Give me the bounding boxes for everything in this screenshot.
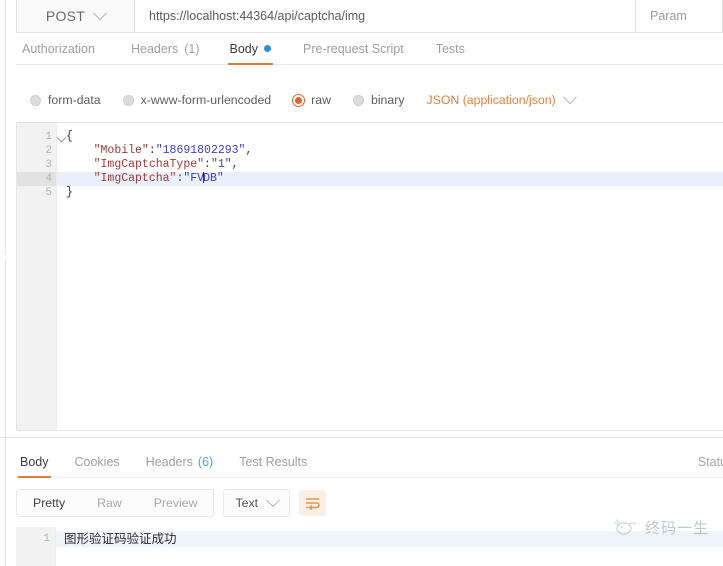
body-type-binary[interactable]: binary bbox=[352, 93, 405, 107]
tab-label: Cookies bbox=[74, 454, 120, 469]
request-url-bar: POST https://localhost:44364/api/captcha… bbox=[16, 0, 723, 33]
request-tab-pre-request-script[interactable]: Pre-request Script bbox=[301, 33, 406, 64]
request-tab-headers[interactable]: Headers (1) bbox=[129, 33, 202, 64]
response-view-mode-group: Pretty Raw Preview bbox=[16, 489, 215, 517]
chevron-down-icon bbox=[93, 6, 108, 21]
response-gutter: 1 bbox=[16, 527, 56, 566]
request-tab-body[interactable]: Body bbox=[227, 33, 274, 65]
view-mode-raw[interactable]: Raw bbox=[81, 490, 138, 516]
response-text-line: 图形验证码验证成功 bbox=[56, 531, 723, 547]
code-token: "ImgCaptcha" bbox=[93, 172, 177, 185]
code-token: { bbox=[66, 130, 73, 143]
response-tab-headers[interactable]: Headers (6) bbox=[146, 446, 214, 477]
code-line: "Mobile":"18691802293", bbox=[57, 144, 723, 158]
view-mode-preview[interactable]: Preview bbox=[138, 490, 214, 516]
editor-gutter: 12 345 bbox=[17, 123, 67, 430]
params-tab[interactable]: Param bbox=[635, 0, 722, 32]
view-mode-pretty[interactable]: Pretty bbox=[17, 490, 81, 516]
radio-binary-icon[interactable] bbox=[352, 94, 364, 106]
radio-form-data-icon[interactable] bbox=[30, 94, 41, 106]
radio-x-www-form-urlencoded-icon[interactable] bbox=[122, 94, 134, 106]
left-rail-gap bbox=[0, 255, 7, 259]
chevron-down-icon bbox=[265, 493, 281, 508]
panel-divider[interactable] bbox=[0, 437, 723, 438]
word-wrap-toggle[interactable] bbox=[299, 490, 327, 516]
code-token: DB" bbox=[203, 172, 224, 185]
code-token: "ImgCaptchaType" bbox=[93, 158, 205, 171]
code-token: , bbox=[245, 144, 253, 157]
line-number: 1 bbox=[43, 533, 50, 545]
editor-code-area[interactable]: { "Mobile":"18691802293", "ImgCaptchaTyp… bbox=[57, 123, 723, 430]
tab-label: Tests bbox=[435, 41, 465, 56]
content-type-dropdown[interactable]: JSON (application/json) bbox=[426, 90, 577, 107]
tab-label: Headers bbox=[130, 41, 179, 56]
request-tab-bar: Authorization Headers (1) Body Pre-request S… bbox=[16, 33, 723, 65]
tab-label: Body bbox=[229, 41, 259, 56]
request-tab-tests[interactable]: Tests bbox=[434, 33, 467, 64]
response-format-dropdown[interactable]: Text bbox=[223, 489, 291, 517]
code-token: : bbox=[204, 158, 211, 171]
code-line: } bbox=[57, 186, 723, 200]
code-line: "ImgCaptchaType":"1", bbox=[57, 158, 723, 172]
code-token: "Mobile" bbox=[93, 144, 149, 157]
request-body-editor[interactable]: 12 345 { "Mobile":"18691802293", "ImgCapt… bbox=[16, 122, 723, 431]
response-toolbar: Pretty Raw Preview Text bbox=[16, 489, 327, 517]
http-method-label: POST bbox=[45, 8, 86, 24]
line-number: 5 bbox=[45, 187, 52, 199]
line-number: 2 bbox=[45, 145, 52, 157]
tab-count-badge: (1) bbox=[184, 41, 200, 56]
content-type-label: JSON (application/json) bbox=[426, 93, 556, 107]
code-token: , bbox=[231, 158, 239, 171]
response-tab-test-results[interactable]: Test Results bbox=[239, 446, 307, 477]
body-type-label: x-www-form-urlencoded bbox=[140, 93, 272, 107]
word-wrap-icon bbox=[306, 497, 320, 510]
http-method-dropdown[interactable]: POST bbox=[17, 0, 135, 32]
chevron-down-icon bbox=[562, 90, 577, 105]
tab-count-badge: (6) bbox=[197, 454, 214, 469]
code-line: { bbox=[57, 130, 723, 144]
code-token: : bbox=[148, 144, 156, 157]
response-body-viewer[interactable]: 1 图形验证码验证成功 bbox=[16, 527, 723, 566]
response-tab-cookies[interactable]: Cookies bbox=[75, 446, 120, 477]
left-rail bbox=[0, 0, 6, 566]
tab-label: Body bbox=[20, 454, 49, 469]
body-type-x-www-form-urlencoded[interactable]: x-www-form-urlencoded bbox=[122, 93, 272, 107]
body-type-label: raw bbox=[311, 93, 331, 107]
response-format-label: Text bbox=[235, 496, 259, 510]
code-token: } bbox=[66, 186, 73, 199]
body-type-options: form-data x-www-form-urlencoded raw binary … bbox=[16, 86, 723, 114]
line-number: 3 bbox=[45, 159, 52, 171]
code-token: "18691802293" bbox=[155, 144, 246, 157]
line-number: 4 bbox=[17, 172, 56, 186]
url-input[interactable]: https://localhost:44364/api/captcha/img bbox=[135, 0, 635, 32]
line-number: 1 bbox=[17, 130, 67, 144]
body-type-label: binary bbox=[370, 93, 405, 107]
tab-label: Pre-request Script bbox=[303, 41, 404, 56]
body-modified-dot-icon bbox=[264, 45, 271, 52]
code-line: "ImgCaptcha":"FVDB" bbox=[57, 172, 723, 186]
body-type-label: form-data bbox=[48, 93, 101, 107]
radio-raw-icon[interactable] bbox=[293, 94, 305, 106]
tab-label: Authorization bbox=[22, 41, 95, 56]
tab-label: Headers bbox=[145, 454, 193, 469]
response-status-label: Statu bbox=[697, 454, 723, 469]
body-type-form-data[interactable]: form-data bbox=[30, 93, 101, 107]
request-tab-authorization[interactable]: Authorization bbox=[20, 33, 97, 64]
response-content[interactable]: 图形验证码验证成功 bbox=[56, 527, 723, 566]
body-type-raw[interactable]: raw bbox=[293, 93, 331, 107]
response-tab-bar: Body Cookies Headers (6) Test Results Statu bbox=[16, 446, 723, 478]
code-token: "FV bbox=[183, 172, 205, 185]
response-tab-body[interactable]: Body bbox=[18, 446, 50, 478]
tab-label: Test Results bbox=[239, 454, 308, 469]
code-token: "1" bbox=[210, 158, 232, 171]
